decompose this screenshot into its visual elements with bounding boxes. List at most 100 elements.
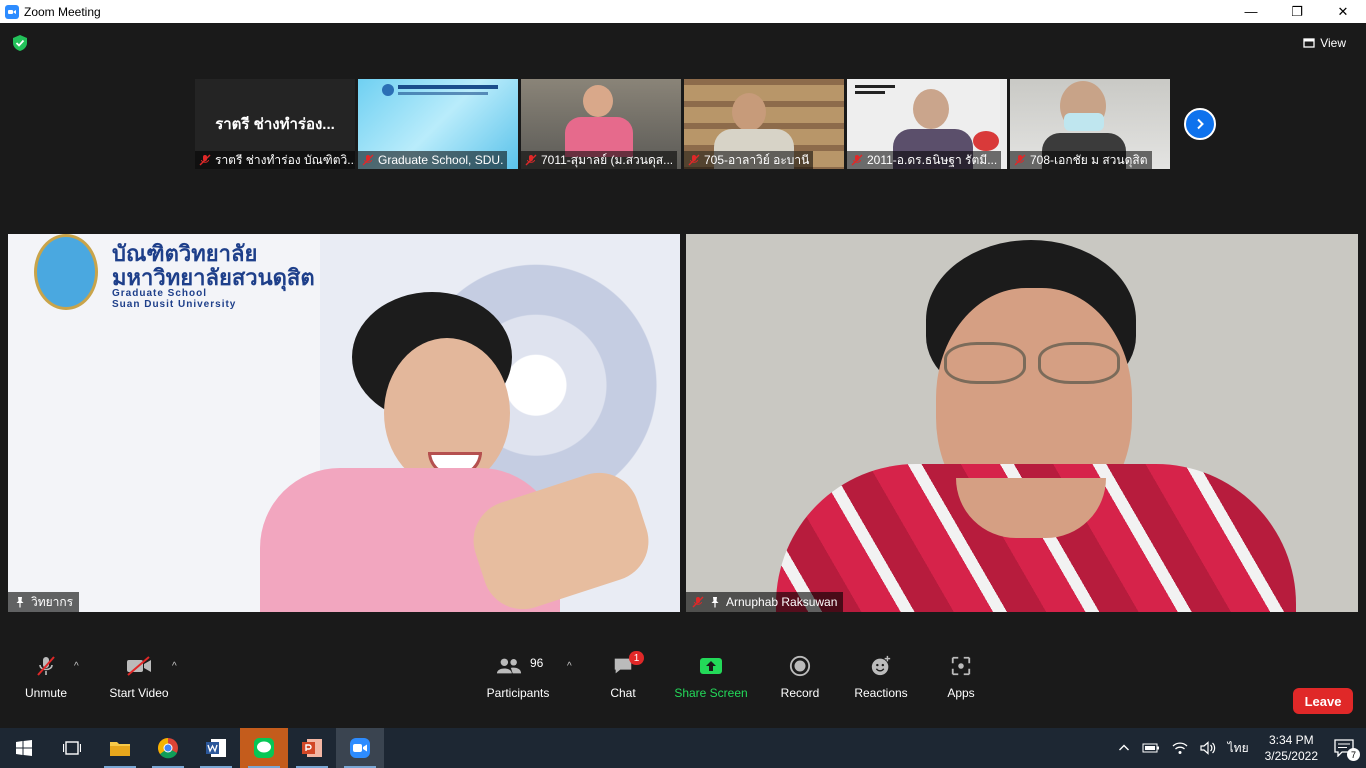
view-button[interactable]: View: [1303, 34, 1346, 52]
chevron-up-icon[interactable]: [1118, 742, 1130, 754]
thumbnail-label: 7011-สุมาลย์ (ม.สวนดุส...: [521, 151, 678, 169]
zoom-icon[interactable]: [336, 728, 384, 768]
task-view-icon[interactable]: [48, 728, 96, 768]
windows-taskbar: ไทย 3:34 PM 3/25/2022 7: [0, 728, 1366, 768]
thumbnail-tile[interactable]: ราตรี ช่างทำร่อง... ราตรี ช่างทำร่อง บัณ…: [195, 79, 355, 169]
thumbnail-label: 2011-อ.ดร.ธนิษฐา รัตมี...: [847, 151, 1002, 169]
background-text-decoration: [855, 85, 895, 88]
thumbnail-label: ราตรี ช่างทำร่อง บัณฑิตวิ...: [195, 151, 355, 169]
chat-unread-badge: 1: [629, 651, 644, 665]
audio-options-caret[interactable]: ^: [74, 661, 79, 672]
reactions-button[interactable]: Reactions: [854, 652, 908, 700]
reactions-icon: [870, 652, 892, 680]
line-icon[interactable]: [240, 728, 288, 768]
participants-icon: 96: [488, 652, 548, 680]
thumbnail-strip: ราตรี ช่างทำร่อง... ราตรี ช่างทำร่อง บัณ…: [195, 79, 1173, 169]
notification-center-icon[interactable]: 7: [1334, 739, 1360, 761]
university-logo-icon: [382, 84, 394, 96]
tile-label: วิทยากร: [8, 592, 80, 612]
meeting-toolbar: Unmute ^ Start Video ^ 96 Participants ^…: [0, 650, 1366, 727]
background-logo-decoration: [973, 131, 999, 151]
clock[interactable]: 3:34 PM 3/25/2022: [1265, 732, 1318, 764]
participants-button[interactable]: 96 Participants: [486, 652, 550, 700]
window-title: Zoom Meeting: [24, 4, 101, 19]
share-screen-icon: [699, 652, 723, 680]
thumbnail-tile[interactable]: Graduate School, SDU.: [358, 79, 518, 169]
start-video-button[interactable]: Start Video: [108, 652, 170, 700]
zoom-camera-icon: [5, 4, 19, 19]
next-page-button[interactable]: [1184, 108, 1216, 140]
battery-icon[interactable]: [1142, 742, 1160, 754]
face-mask: [1064, 113, 1104, 131]
notification-count-badge: 7: [1347, 748, 1360, 761]
thumbnail-tile[interactable]: 705-อาลาวิย์ อะบานี: [684, 79, 844, 169]
minimize-button[interactable]: —: [1228, 0, 1274, 23]
pin-icon: [16, 597, 24, 608]
restore-button[interactable]: ❐: [1274, 0, 1320, 23]
file-explorer-icon[interactable]: [96, 728, 144, 768]
clock-time: 3:34 PM: [1268, 733, 1314, 747]
mic-muted-icon: [851, 154, 863, 166]
record-button[interactable]: Record: [780, 652, 820, 700]
participant-face: [913, 89, 949, 129]
mic-muted-icon: [199, 154, 211, 166]
chat-icon: 1: [612, 651, 644, 680]
participants-options-caret[interactable]: ^: [567, 661, 572, 672]
thumbnail-tile[interactable]: 708-เอกชัย ม สวนดุสิต: [1010, 79, 1170, 169]
wifi-icon[interactable]: [1172, 741, 1188, 755]
video-off-icon: [125, 652, 153, 680]
mic-muted-icon: [1014, 154, 1026, 166]
logo-english-line2: Suan Dusit University: [112, 299, 237, 310]
leave-button[interactable]: Leave: [1293, 688, 1353, 714]
banner-text-decoration: [398, 85, 498, 89]
chat-button[interactable]: 1 Chat: [608, 651, 644, 700]
participant-name: Arnuphab Raksuwan: [726, 595, 838, 609]
thumbnail-label: 708-เอกชัย ม สวนดุสิต: [1010, 151, 1152, 169]
pin-icon: [711, 597, 719, 608]
glasses-left-lens: [944, 342, 1026, 384]
view-label: View: [1320, 36, 1346, 50]
mic-muted-icon: [362, 154, 374, 166]
word-icon[interactable]: [192, 728, 240, 768]
tile-label: Arnuphab Raksuwan: [686, 592, 844, 612]
participant-name: วิทยากร: [31, 594, 74, 609]
university-seal-icon: [34, 234, 98, 310]
unmute-button[interactable]: Unmute: [24, 652, 68, 700]
apps-icon: [950, 652, 972, 680]
volume-icon[interactable]: [1200, 741, 1216, 755]
thumbnail-tile[interactable]: 2011-อ.ดร.ธนิษฐา รัตมี...: [847, 79, 1007, 169]
shield-check-icon[interactable]: [11, 34, 29, 52]
powerpoint-icon[interactable]: [288, 728, 336, 768]
record-icon: [789, 652, 811, 680]
participant-display-name: ราตรี ช่างทำร่อง...: [215, 116, 335, 133]
video-options-caret[interactable]: ^: [172, 661, 177, 672]
mic-muted-icon: [34, 652, 58, 680]
participants-count: 96: [530, 656, 544, 670]
chevron-right-icon: [1197, 118, 1204, 130]
close-button[interactable]: ✕: [1320, 0, 1366, 23]
thumbnail-tile[interactable]: 7011-สุมาลย์ (ม.สวนดุส...: [521, 79, 681, 169]
background-text-decoration: [855, 91, 885, 94]
system-tray: ไทย 3:34 PM 3/25/2022 7: [1112, 728, 1366, 768]
apps-button[interactable]: Apps: [944, 652, 978, 700]
mic-muted-icon: [692, 596, 704, 608]
video-tile-speaker[interactable]: บัณฑิตวิทยาลัย มหาวิทยาลัยสวนดุสิต Gradu…: [8, 234, 680, 612]
input-language[interactable]: ไทย: [1228, 739, 1249, 758]
banner-text-decoration: [398, 92, 488, 95]
participant-face: [583, 85, 613, 117]
chrome-icon[interactable]: [144, 728, 192, 768]
share-screen-button[interactable]: Share Screen: [674, 652, 748, 700]
mic-muted-icon: [688, 154, 700, 166]
mic-muted-icon: [525, 154, 537, 166]
meeting-area: View ราตรี ช่างทำร่อง... ราตรี ช่างทำร่อ…: [0, 23, 1366, 727]
participant-face: [732, 93, 766, 131]
grid-view-icon: [1303, 38, 1315, 48]
glasses-right-lens: [1038, 342, 1120, 384]
thumbnail-label: Graduate School, SDU.: [358, 151, 508, 169]
thumbnail-label: 705-อาลาวิย์ อะบานี: [684, 151, 814, 169]
clock-date: 3/25/2022: [1264, 749, 1318, 763]
logo-english-line1: Graduate School: [112, 288, 208, 299]
title-bar: Zoom Meeting — ❐ ✕: [0, 0, 1366, 23]
windows-start-icon[interactable]: [0, 728, 48, 768]
video-tile-participant[interactable]: Arnuphab Raksuwan: [686, 234, 1358, 612]
